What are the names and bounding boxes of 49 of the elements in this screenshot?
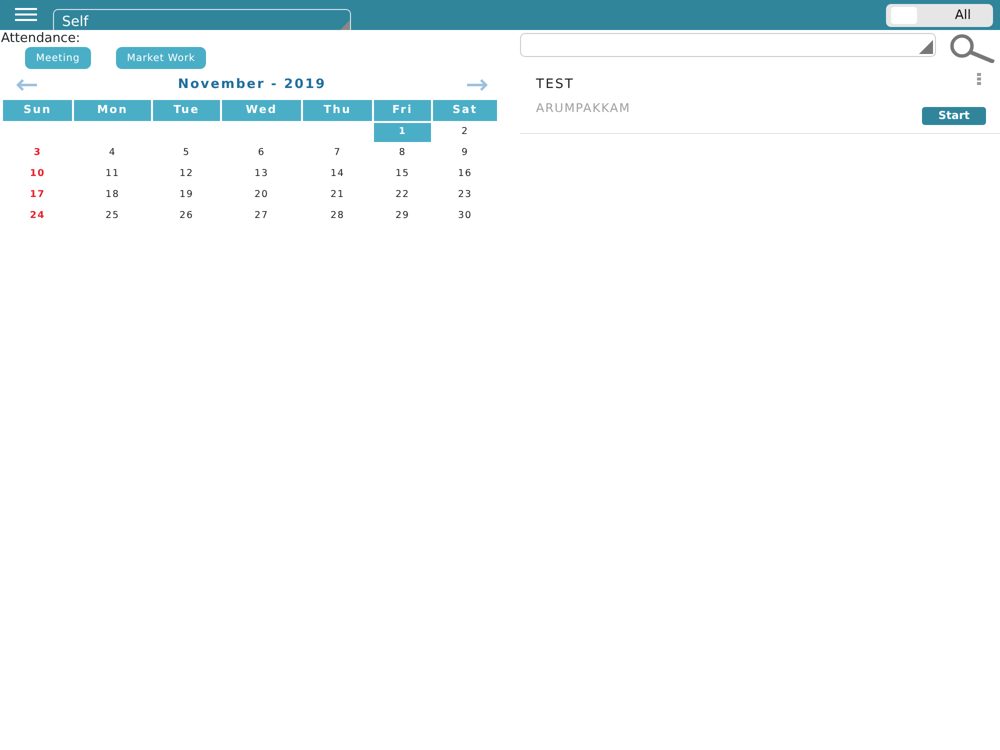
search-icon[interactable] (948, 34, 996, 63)
calendar-day[interactable]: 25 (74, 206, 151, 226)
visit-location: ARUMPAKKAM (536, 100, 630, 116)
scope-select[interactable]: Self (53, 9, 351, 30)
calendar-day[interactable]: 6 (222, 144, 301, 162)
calendar-day[interactable]: 21 (303, 186, 372, 204)
calendar-day[interactable]: 22 (374, 186, 431, 204)
calendar-day[interactable]: 30 (433, 206, 497, 226)
weekday-header: Thu (303, 100, 372, 120)
calendar-day[interactable]: 14 (303, 164, 372, 184)
start-button[interactable]: Start (922, 107, 986, 125)
weekday-header: Sat (433, 100, 497, 120)
calendar-day[interactable]: 2 (433, 122, 497, 142)
calendar-day[interactable]: 15 (374, 164, 431, 184)
calendar-day[interactable]: 19 (153, 186, 220, 204)
attendance-label: Attendance: (0, 30, 82, 47)
calendar-day[interactable]: 17 (3, 186, 72, 204)
menu-icon[interactable] (15, 8, 37, 21)
weekday-header: Sun (3, 100, 72, 120)
month-title: November - 2019 (178, 76, 326, 94)
calendar-day[interactable]: 28 (303, 206, 372, 226)
more-options-icon[interactable] (977, 73, 981, 85)
calendar-day[interactable]: 3 (3, 144, 72, 162)
calendar-day[interactable]: 7 (303, 144, 372, 162)
weekday-header: Fri (374, 100, 431, 120)
calendar-day[interactable]: 27 (222, 206, 301, 226)
calendar-day[interactable]: 20 (222, 186, 301, 204)
calendar-day[interactable]: 8 (374, 144, 431, 162)
calendar-day[interactable]: 10 (3, 164, 72, 184)
calendar-day[interactable]: 16 (433, 164, 497, 184)
calendar-day[interactable]: 18 (74, 186, 151, 204)
calendar-day[interactable]: 29 (374, 206, 431, 226)
calendar-day[interactable]: 9 (433, 144, 497, 162)
calendar-day[interactable]: 13 (222, 164, 301, 184)
calendar-day[interactable]: 12 (153, 164, 220, 184)
weekday-header: Tue (153, 100, 220, 120)
weekday-header: Wed (222, 100, 301, 120)
calendar-day[interactable]: 26 (153, 206, 220, 226)
left-arrow-icon[interactable] (16, 78, 38, 91)
right-arrow-icon[interactable] (466, 78, 488, 91)
calendar-day[interactable]: 23 (433, 186, 497, 204)
calendar-day[interactable]: 11 (74, 164, 151, 184)
calendar-day[interactable]: 5 (153, 144, 220, 162)
visit-name: TEST (536, 76, 576, 94)
search-field[interactable] (520, 33, 936, 57)
calendar-day[interactable]: 24 (3, 206, 72, 226)
calendar-day[interactable]: 4 (74, 144, 151, 162)
weekday-header: Mon (74, 100, 151, 120)
all-toggle[interactable]: All (886, 4, 993, 27)
